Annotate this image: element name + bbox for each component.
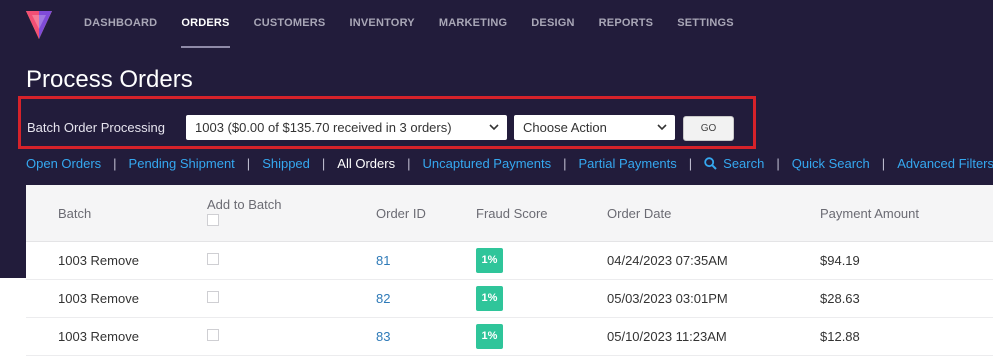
search-icon (704, 156, 717, 170)
order-date-cell: 05/10/2023 11:23AM (607, 329, 727, 344)
fraud-score-badge: 1% (476, 324, 503, 349)
separator: | (881, 155, 886, 171)
nav-marketing[interactable]: MARKETING (439, 0, 507, 48)
table-row[interactable]: 1003 Remove 81 1% 04/24/2023 07:35AM $94… (26, 242, 993, 280)
action-select[interactable]: Choose Action (514, 115, 675, 140)
header-add-to-batch: Add to Batch (207, 197, 282, 212)
filter-search[interactable]: Search (704, 156, 764, 171)
filter-uncaptured-payments[interactable]: Uncaptured Payments (422, 156, 551, 171)
chevron-down-icon (489, 124, 499, 131)
order-id-link[interactable]: 83 (376, 329, 390, 344)
payment-amount-cell: $28.63 (820, 291, 860, 306)
header-order-id[interactable]: Order ID (376, 206, 426, 221)
order-date-cell: 04/24/2023 07:35AM (607, 253, 728, 268)
batch-select-value: 1003 ($0.00 of $135.70 received in 3 ord… (195, 120, 452, 135)
header-batch[interactable]: Batch (58, 206, 91, 221)
order-id-link[interactable]: 81 (376, 253, 390, 268)
batch-cell[interactable]: 1003 Remove (58, 253, 139, 268)
order-id-link[interactable]: 82 (376, 291, 390, 306)
table-header: Batch Add to Batch Order ID Fraud Score … (26, 185, 993, 242)
header-order-date[interactable]: Order Date (607, 206, 671, 221)
separator: | (321, 155, 326, 171)
filter-advanced-filters[interactable]: Advanced Filters (897, 156, 993, 171)
header-payment-amount[interactable]: Payment Amount (820, 206, 919, 221)
filter-search-label: Search (723, 155, 765, 171)
separator: | (246, 155, 251, 171)
page-title: Process Orders (26, 66, 193, 93)
add-to-batch-checkbox[interactable] (207, 253, 219, 265)
batch-label: Batch Order Processing (27, 120, 166, 135)
separator: | (563, 155, 567, 171)
nav-dashboard[interactable]: DASHBOARD (84, 0, 157, 48)
nav-inventory[interactable]: INVENTORY (349, 0, 414, 48)
nav-settings[interactable]: SETTINGS (677, 0, 734, 48)
fraud-score-badge: 1% (476, 286, 503, 311)
separator: | (688, 155, 693, 171)
payment-amount-cell: $94.19 (820, 253, 860, 268)
payment-amount-cell: $12.88 (820, 329, 860, 344)
separator: | (113, 155, 117, 171)
fraud-score-badge: 1% (476, 248, 503, 273)
nav-reports[interactable]: REPORTS (599, 0, 654, 48)
filter-partial-payments[interactable]: Partial Payments (579, 156, 677, 171)
orders-table: Batch Add to Batch Order ID Fraud Score … (26, 185, 993, 360)
table-row[interactable]: 1003 Remove 82 1% 05/03/2023 03:01PM $28… (26, 280, 993, 318)
add-to-batch-checkbox[interactable] (207, 329, 219, 341)
filter-open-orders[interactable]: Open Orders (26, 156, 101, 171)
select-all-checkbox[interactable] (207, 214, 219, 226)
filter-all-orders[interactable]: All Orders (337, 156, 395, 171)
order-date-cell: 05/03/2023 03:01PM (607, 291, 728, 306)
nav-design[interactable]: DESIGN (531, 0, 574, 48)
filter-shipped[interactable]: Shipped (262, 156, 310, 171)
brand-logo-icon[interactable] (24, 9, 54, 41)
batch-cell[interactable]: 1003 Remove (58, 291, 139, 306)
table-row[interactable]: 1003 Remove 83 1% 05/10/2023 11:23AM $12… (26, 318, 993, 356)
go-button[interactable]: GO (683, 116, 734, 141)
filter-bar: Open Orders | Pending Shipment | Shipped… (26, 155, 993, 171)
separator: | (407, 155, 411, 171)
nav-customers[interactable]: CUSTOMERS (254, 0, 326, 48)
add-to-batch-checkbox[interactable] (207, 291, 219, 303)
filter-pending-shipment[interactable]: Pending Shipment (129, 156, 235, 171)
separator: | (776, 155, 780, 171)
batch-cell[interactable]: 1003 Remove (58, 329, 139, 344)
action-select-value: Choose Action (523, 120, 607, 135)
top-nav: DASHBOARD ORDERS CUSTOMERS INVENTORY MAR… (84, 0, 758, 48)
filter-quick-search[interactable]: Quick Search (792, 156, 870, 171)
header-fraud-score[interactable]: Fraud Score (476, 206, 548, 221)
nav-orders[interactable]: ORDERS (181, 0, 230, 48)
chevron-down-icon (657, 124, 667, 131)
batch-select[interactable]: 1003 ($0.00 of $135.70 received in 3 ord… (186, 115, 507, 140)
